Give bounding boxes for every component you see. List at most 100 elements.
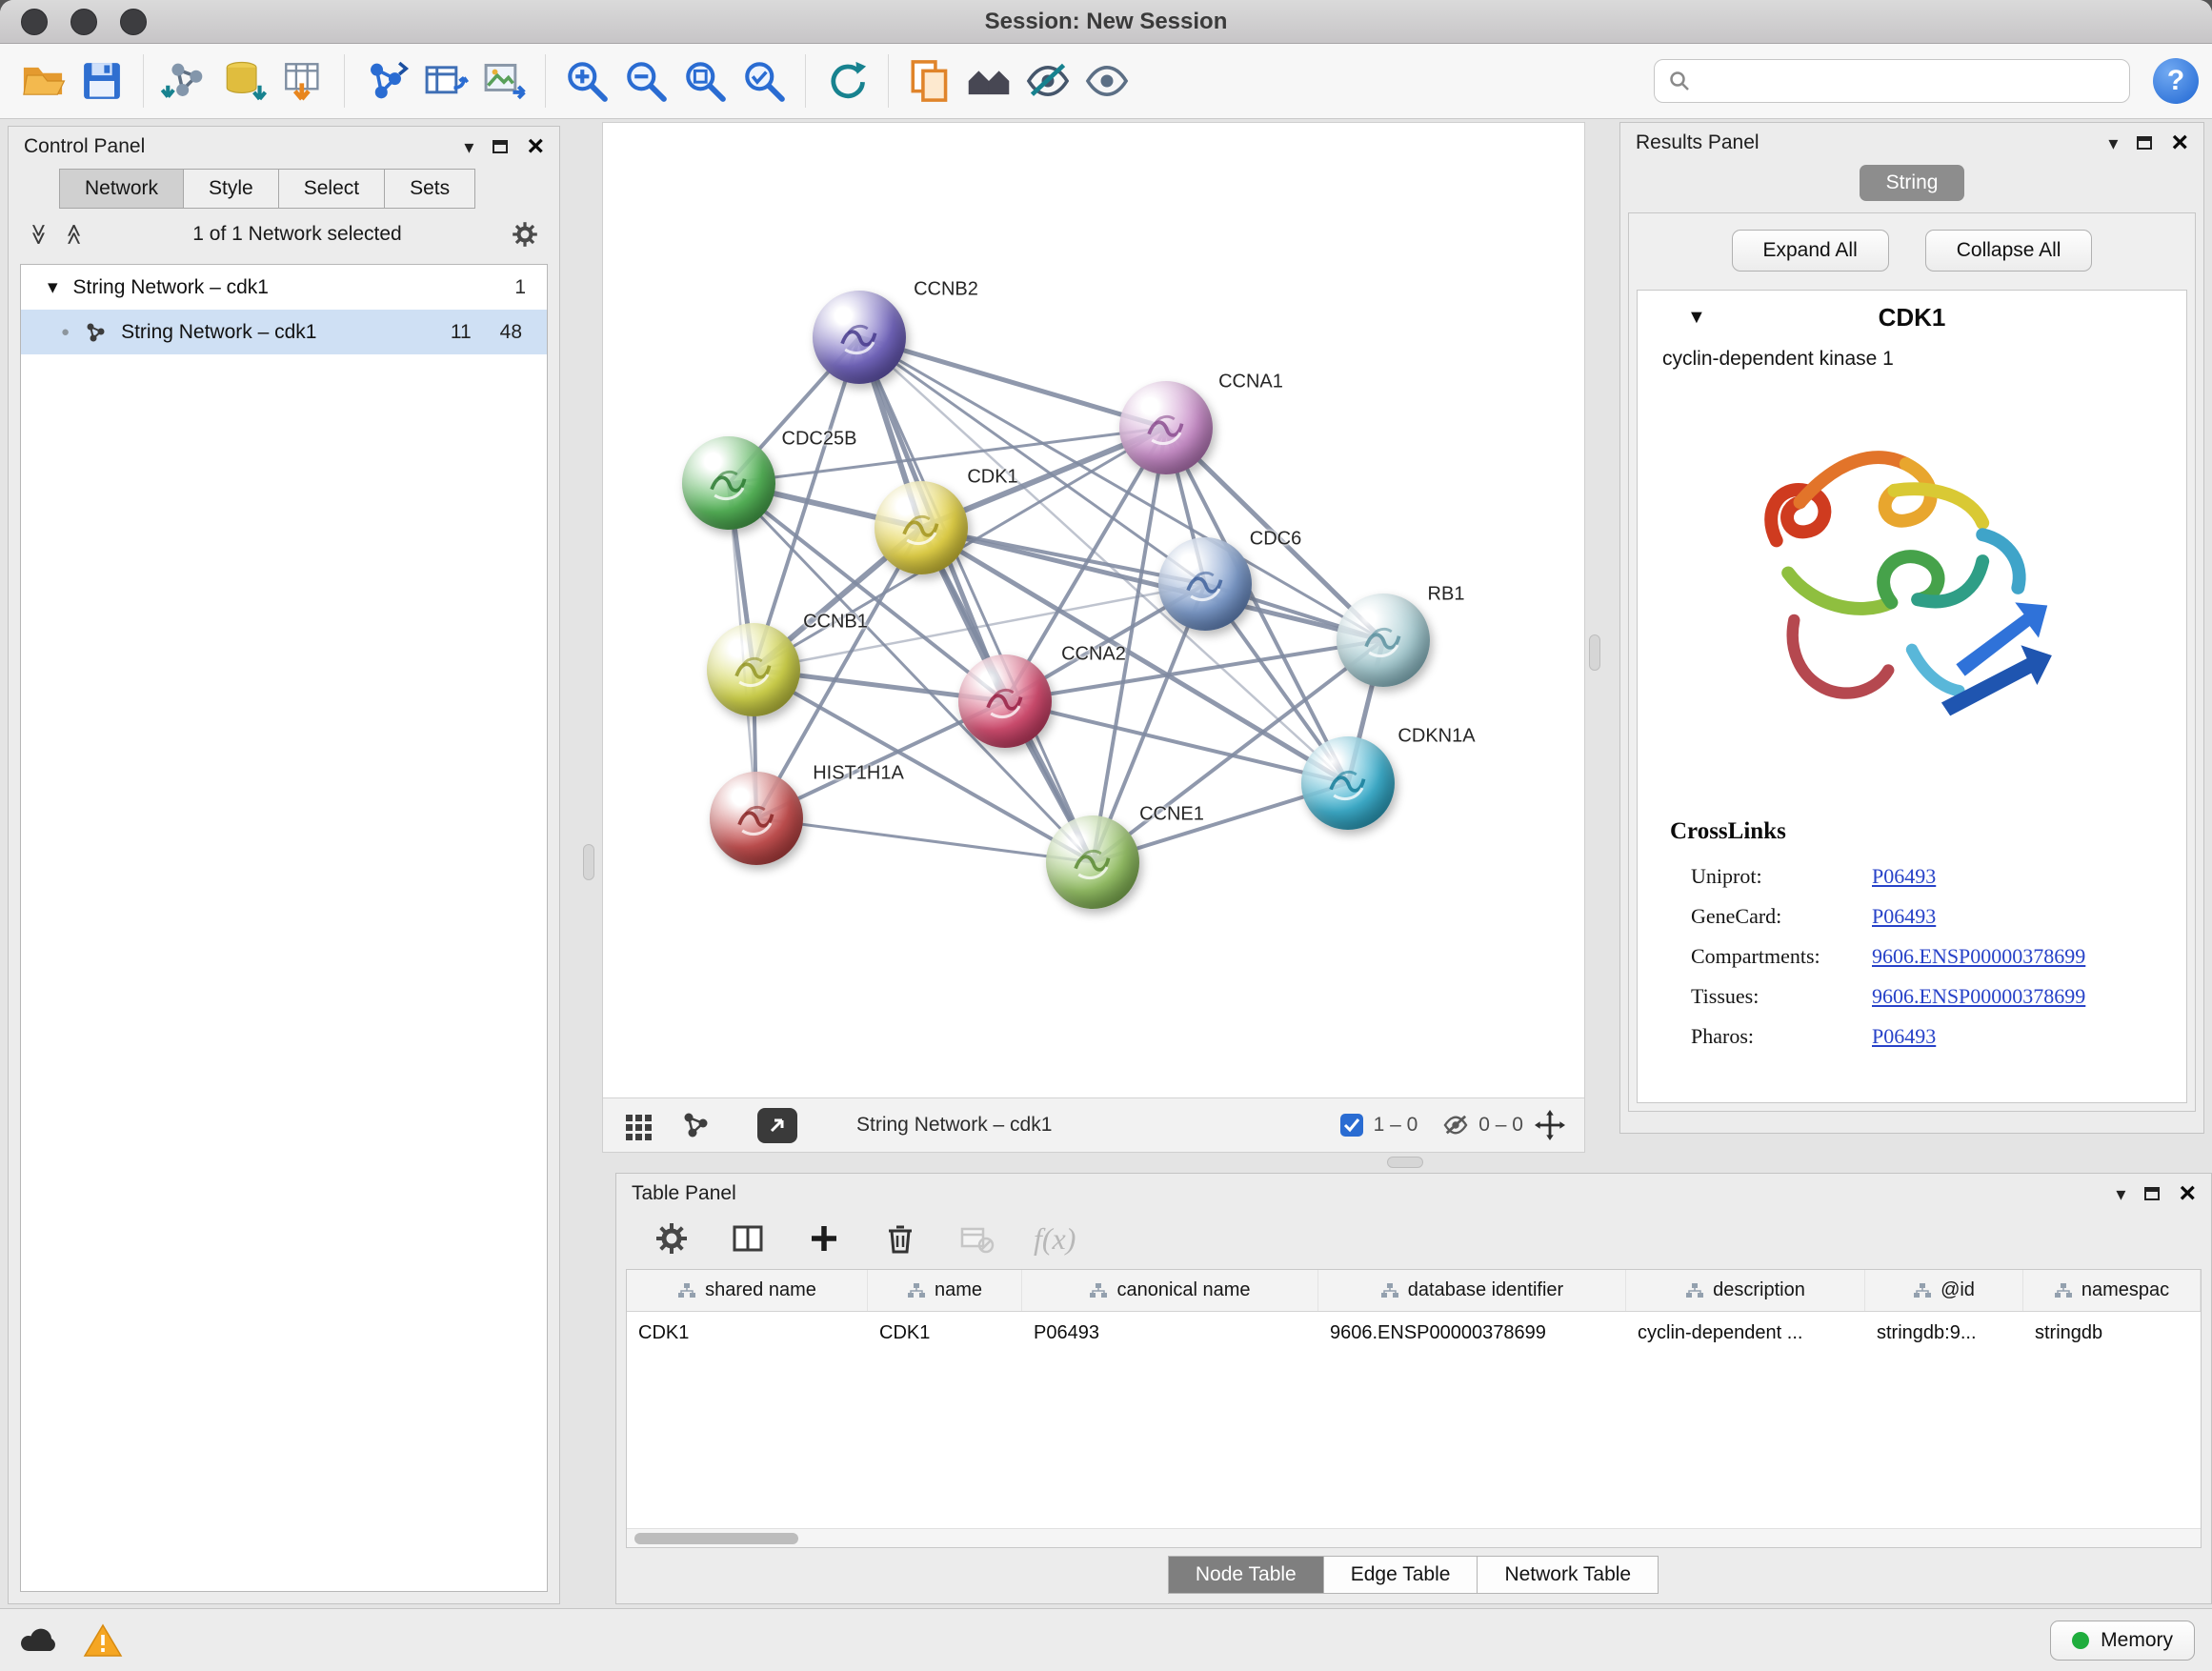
- minimize-window-button[interactable]: [70, 9, 97, 35]
- network-node-ccnb2[interactable]: [813, 291, 906, 384]
- close-panel-icon[interactable]: ×: [2179, 1182, 2196, 1205]
- table-row[interactable]: CDK1CDK1P064939606.ENSP00000378699cyclin…: [627, 1312, 2201, 1354]
- zoom-selected-button[interactable]: [734, 50, 794, 112]
- panel-resize-handle[interactable]: [583, 844, 594, 880]
- collapse-collection-icon[interactable]: ▾: [48, 275, 58, 299]
- panel-menu-icon[interactable]: ▾: [2116, 1182, 2125, 1206]
- table-settings-gear-icon[interactable]: [653, 1219, 691, 1258]
- expand-all-networks-icon[interactable]: ≫: [29, 223, 50, 245]
- network-row-selected[interactable]: ● String Network – cdk1 11 48: [21, 310, 547, 354]
- network-canvas[interactable]: CCNB2 CCNA1 CDC25B CDK1 CDC6 RB1 CCNB1 C…: [603, 123, 1584, 1097]
- crosslink-link[interactable]: 9606.ENSP00000378699: [1872, 944, 2186, 969]
- column-header-canonical-name[interactable]: canonical name: [1022, 1270, 1318, 1311]
- network-node-cdk1[interactable]: [875, 481, 968, 574]
- network-options-gear-icon[interactable]: [510, 219, 540, 250]
- table-cell[interactable]: stringdb:9...: [1865, 1312, 2023, 1354]
- pan-network-icon[interactable]: [1535, 1110, 1565, 1140]
- import-network-from-file-button[interactable]: [155, 50, 214, 112]
- zoom-in-button[interactable]: [557, 50, 616, 112]
- panel-resize-handle[interactable]: [1387, 1157, 1423, 1168]
- float-panel-icon[interactable]: [2137, 136, 2152, 150]
- birds-eye-view-icon[interactable]: [679, 1109, 712, 1141]
- close-window-button[interactable]: [21, 9, 48, 35]
- tab-node-table[interactable]: Node Table: [1168, 1556, 1324, 1594]
- help-button[interactable]: ?: [2153, 58, 2199, 104]
- network-node-hist1h1a[interactable]: [710, 772, 803, 865]
- tab-style[interactable]: Style: [183, 169, 279, 209]
- column-header-id[interactable]: @id: [1865, 1270, 2023, 1311]
- first-neighbors-button[interactable]: [959, 50, 1018, 112]
- tab-sets[interactable]: Sets: [384, 169, 475, 209]
- tab-string[interactable]: String: [1860, 165, 1965, 201]
- table-cell[interactable]: 9606.ENSP00000378699: [1318, 1312, 1626, 1354]
- column-header-name[interactable]: name: [868, 1270, 1022, 1311]
- crosslink-link[interactable]: P06493: [1872, 904, 2186, 929]
- crosslink-link[interactable]: P06493: [1872, 1024, 2186, 1049]
- hide-details-button[interactable]: [1018, 50, 1077, 112]
- network-node-ccna1[interactable]: [1119, 381, 1213, 474]
- crosslink-link[interactable]: P06493: [1872, 864, 2186, 889]
- zoom-out-button[interactable]: [616, 50, 675, 112]
- collapse-all-networks-icon[interactable]: ≫: [64, 223, 85, 245]
- float-panel-icon[interactable]: [493, 140, 508, 153]
- search-input[interactable]: [1700, 69, 2116, 93]
- crosslink-link[interactable]: 9606.ENSP00000378699: [1872, 984, 2186, 1009]
- network-label: String Network – cdk1: [121, 321, 316, 344]
- show-details-button[interactable]: [1077, 50, 1136, 112]
- table-cell[interactable]: CDK1: [627, 1312, 868, 1354]
- scrollbar-thumb[interactable]: [634, 1533, 798, 1544]
- table-cell[interactable]: stringdb: [2023, 1312, 2201, 1354]
- column-header-shared-name[interactable]: shared name: [627, 1270, 868, 1311]
- refresh-button[interactable]: [817, 50, 876, 112]
- tab-select[interactable]: Select: [278, 169, 385, 209]
- save-session-button[interactable]: [72, 50, 131, 112]
- open-session-button[interactable]: [13, 50, 72, 112]
- warning-button[interactable]: [82, 1622, 124, 1659]
- table-cell[interactable]: CDK1: [868, 1312, 1022, 1354]
- zoom-fit-button[interactable]: [675, 50, 734, 112]
- column-header-namespac[interactable]: namespac: [2023, 1270, 2201, 1311]
- delete-column-trash-icon[interactable]: [881, 1219, 919, 1258]
- network-node-cdkn1a[interactable]: [1301, 736, 1395, 830]
- tab-network-table[interactable]: Network Table: [1477, 1556, 1659, 1594]
- expand-all-button[interactable]: Expand All: [1732, 230, 1889, 272]
- new-network-button[interactable]: [356, 50, 415, 112]
- tab-network[interactable]: Network: [59, 169, 184, 209]
- grid-view-icon[interactable]: [622, 1109, 654, 1141]
- network-node-rb1[interactable]: [1337, 594, 1430, 687]
- new-table-button[interactable]: [415, 50, 474, 112]
- float-panel-icon[interactable]: [2144, 1187, 2160, 1200]
- network-node-ccna2[interactable]: [958, 654, 1052, 748]
- network-node-cdc25b[interactable]: [682, 436, 775, 530]
- network-node-ccnb1[interactable]: [707, 623, 800, 716]
- memory-button[interactable]: Memory: [2050, 1621, 2195, 1661]
- collapse-all-button[interactable]: Collapse All: [1925, 230, 2093, 272]
- collapse-gene-icon[interactable]: ▼: [1687, 307, 1706, 329]
- network-node-ccne1[interactable]: [1046, 815, 1139, 909]
- import-network-from-database-button[interactable]: [214, 50, 273, 112]
- import-table-button[interactable]: [273, 50, 332, 112]
- network-edge[interactable]: [859, 337, 1166, 428]
- network-edge[interactable]: [756, 818, 1093, 862]
- export-image-button[interactable]: [474, 50, 533, 112]
- clipboard-document-button[interactable]: [900, 50, 959, 112]
- column-header-description[interactable]: description: [1626, 1270, 1865, 1311]
- show-columns-icon[interactable]: [729, 1219, 767, 1258]
- table-cell[interactable]: cyclin-dependent ...: [1626, 1312, 1865, 1354]
- column-header-database-identifier[interactable]: database identifier: [1318, 1270, 1626, 1311]
- export-view-button[interactable]: [757, 1108, 797, 1143]
- create-column-plus-icon[interactable]: [805, 1219, 843, 1258]
- panel-menu-icon[interactable]: ▾: [2108, 131, 2118, 155]
- cloud-status-button[interactable]: [17, 1622, 59, 1659]
- close-panel-icon[interactable]: ×: [527, 135, 544, 158]
- maximize-window-button[interactable]: [120, 9, 147, 35]
- network-node-cdc6[interactable]: [1158, 537, 1252, 631]
- network-collection-row[interactable]: ▾ String Network – cdk1 1: [21, 265, 547, 310]
- panel-menu-icon[interactable]: ▾: [464, 135, 473, 159]
- horizontal-scrollbar[interactable]: [627, 1528, 2201, 1547]
- control-panel-title: Control Panel: [24, 135, 145, 158]
- tab-edge-table[interactable]: Edge Table: [1323, 1556, 1478, 1594]
- panel-resize-handle[interactable]: [1589, 634, 1600, 671]
- table-cell[interactable]: P06493: [1022, 1312, 1318, 1354]
- close-panel-icon[interactable]: ×: [2171, 131, 2188, 154]
